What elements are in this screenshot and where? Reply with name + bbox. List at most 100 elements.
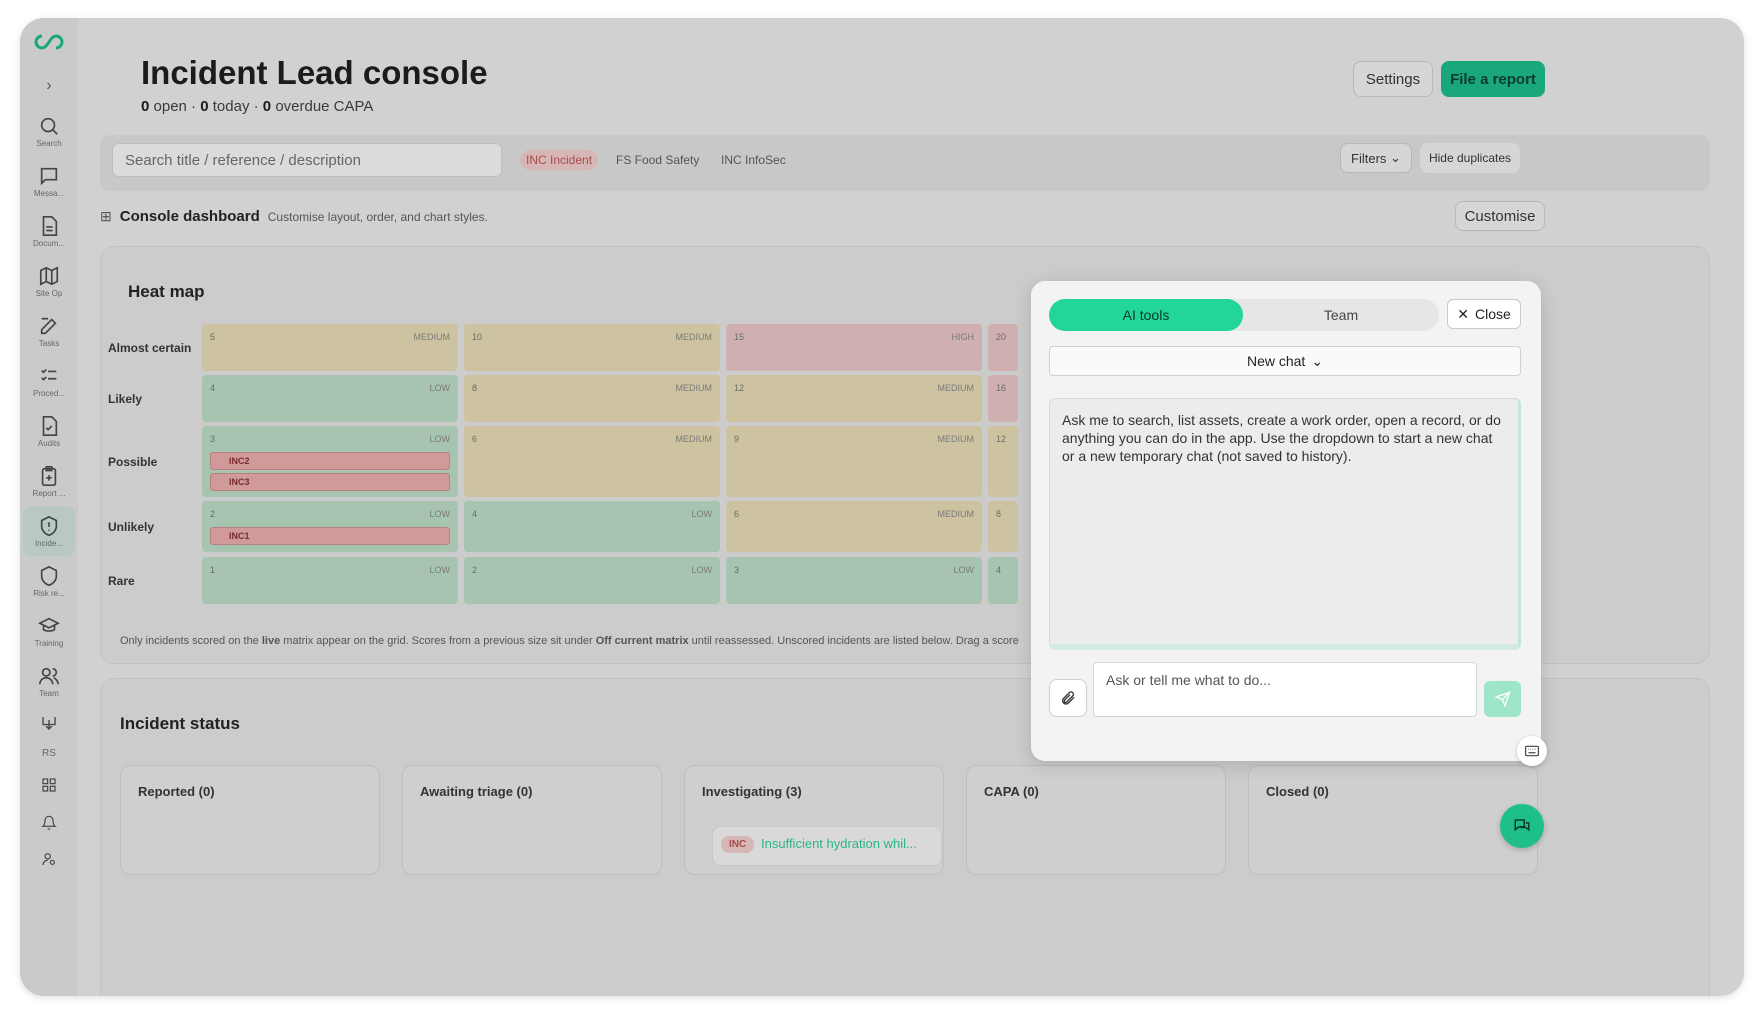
- cell-score: 3: [210, 434, 216, 444]
- sidebar-item[interactable]: Report ...: [23, 456, 75, 506]
- sidebar-item[interactable]: Tasks: [23, 306, 75, 356]
- send-icon: [1494, 691, 1511, 707]
- audit-icon: [42, 415, 58, 436]
- search-icon: [40, 117, 58, 135]
- tab-ai-tools[interactable]: AI tools: [1049, 299, 1243, 331]
- cell-risk-level: LOW: [429, 383, 450, 393]
- heatmap-cell[interactable]: 2 LOW INC1: [202, 501, 458, 552]
- heatmap-cell[interactable]: 10 MEDIUM: [464, 324, 720, 371]
- sidebar-item[interactable]: Proced...: [23, 356, 75, 406]
- hide-duplicates-button[interactable]: Hide duplicates: [1420, 143, 1520, 173]
- bell-icon[interactable]: [23, 804, 75, 842]
- cell-score: 4: [996, 565, 1002, 575]
- attach-button[interactable]: [1049, 679, 1087, 717]
- incident-chip[interactable]: INC3: [210, 473, 450, 491]
- chat-input[interactable]: Ask or tell me what to do...: [1093, 662, 1477, 717]
- cell-score: 12: [734, 383, 745, 393]
- heatmap-title: Heat map: [128, 282, 205, 301]
- sidebar-item[interactable]: Site Op: [23, 256, 75, 306]
- heatmap-cell[interactable]: 8: [988, 501, 1018, 552]
- status-column-title: CAPA (0): [984, 784, 1039, 799]
- sidebar-list: Search Messa... Docum... Site Op Tasks Proced…: [23, 106, 75, 740]
- cell-score: 6: [472, 434, 478, 444]
- cell-score: 2: [472, 565, 478, 575]
- cell-risk-level: LOW: [953, 565, 974, 575]
- sidebar-item-label: Site Op: [35, 288, 63, 298]
- grid-icon[interactable]: [23, 766, 75, 804]
- file-report-button[interactable]: File a report: [1441, 61, 1545, 97]
- map-icon: [39, 265, 59, 286]
- expand-sidebar-icon[interactable]: ›: [46, 66, 51, 106]
- heatmap-cell[interactable]: 12: [988, 426, 1018, 497]
- sidebar-item-label: Team: [39, 688, 59, 698]
- incident-chip[interactable]: INC1: [210, 527, 450, 545]
- heatmap-cell[interactable]: 3 LOW INC2 INC3: [202, 426, 458, 497]
- sidebar-item[interactable]: Team: [23, 656, 75, 706]
- sidebar-item[interactable]: Risk re...: [23, 556, 75, 606]
- sidebar-item[interactable]: Incide...: [23, 506, 75, 556]
- sidebar-item[interactable]: Docum...: [23, 206, 75, 256]
- incident-card[interactable]: INC Insufficient hydration whil...: [712, 826, 942, 866]
- chip-incident[interactable]: INC Incident: [520, 150, 599, 170]
- heatmap-row-label: Unlikely: [108, 519, 155, 534]
- sidebar-item-label: Tasks: [38, 338, 60, 348]
- heatmap-row-label: Possible: [108, 454, 158, 469]
- user-initials[interactable]: RS: [42, 740, 56, 766]
- status-column-title: Awaiting triage (0): [420, 784, 533, 799]
- shield-icon: [40, 565, 58, 586]
- message-icon: [40, 167, 58, 185]
- logo[interactable]: [34, 18, 64, 66]
- send-button[interactable]: [1484, 681, 1521, 717]
- cell-risk-level: MEDIUM: [675, 383, 713, 393]
- settings-button[interactable]: Settings: [1353, 61, 1433, 97]
- close-button[interactable]: ✕ Close: [1447, 299, 1521, 329]
- heatmap-cell[interactable]: 5 MEDIUM: [202, 324, 458, 371]
- user-settings-icon[interactable]: [23, 842, 75, 876]
- heatmap-row-label: Likely: [108, 391, 143, 406]
- transfer-icon: [42, 717, 56, 730]
- cell-risk-level: LOW: [691, 509, 712, 519]
- heatmap-note: Only incidents scored on the live matrix…: [120, 635, 1019, 647]
- heatmap-cell[interactable]: 16: [988, 375, 1018, 422]
- cell-score: 2: [210, 509, 216, 519]
- sidebar-item[interactable]: [23, 706, 75, 740]
- heatmap-cell[interactable]: 4: [988, 557, 1018, 604]
- checklist-icon: [41, 368, 57, 381]
- sidebar-item[interactable]: Messa...: [23, 156, 75, 206]
- filters-button[interactable]: Filters ⌄: [1340, 143, 1412, 173]
- heatmap-cell[interactable]: 6 MEDIUM: [464, 426, 720, 497]
- cell-score: 16: [996, 383, 1007, 393]
- sidebar-item[interactable]: Training: [23, 606, 75, 656]
- heatmap-cell[interactable]: 9 MEDIUM: [726, 426, 982, 497]
- cell-risk-level: MEDIUM: [937, 383, 975, 393]
- heatmap-cell[interactable]: 15 HIGH: [726, 324, 982, 371]
- shield-alert-icon: [40, 515, 58, 536]
- sidebar-item-label: Messa...: [33, 188, 65, 198]
- new-chat-dropdown[interactable]: New chat ⌄: [1049, 346, 1521, 376]
- sidebar-item-label: Proced...: [32, 388, 65, 398]
- chip-food-safety[interactable]: FS Food Safety: [610, 150, 705, 170]
- sidebar-item[interactable]: Audits: [23, 406, 75, 456]
- heatmap-cell[interactable]: 12 MEDIUM: [726, 375, 982, 422]
- chat-fab-button[interactable]: [1500, 804, 1544, 848]
- tab-team[interactable]: Team: [1243, 299, 1439, 331]
- heatmap-cell[interactable]: 6 MEDIUM: [726, 501, 982, 552]
- heatmap-cell[interactable]: 1 LOW: [202, 557, 458, 604]
- heatmap-cell[interactable]: 8 MEDIUM: [464, 375, 720, 422]
- heatmap-cell[interactable]: 2 LOW: [464, 557, 720, 604]
- chip-infosec[interactable]: INC InfoSec: [715, 150, 792, 170]
- keyboard-button[interactable]: [1517, 736, 1547, 766]
- heatmap-cell[interactable]: 3 LOW: [726, 557, 982, 604]
- search-input[interactable]: Search title / reference / description: [112, 143, 502, 177]
- cell-score: 3: [734, 565, 740, 575]
- heatmap-cell[interactable]: 4 LOW: [464, 501, 720, 552]
- customise-button[interactable]: Customise: [1455, 201, 1545, 231]
- sidebar-item-label: Search: [36, 138, 62, 148]
- incident-chip[interactable]: INC2: [210, 452, 450, 470]
- chevron-down-icon: ⌄: [1311, 352, 1324, 369]
- heatmap-cell[interactable]: 20: [988, 324, 1018, 371]
- keyboard-icon: [1525, 745, 1539, 757]
- dashboard-header: ⊞ Console dashboard Customise layout, or…: [100, 208, 488, 225]
- sidebar-item[interactable]: Search: [23, 106, 75, 156]
- heatmap-cell[interactable]: 4 LOW: [202, 375, 458, 422]
